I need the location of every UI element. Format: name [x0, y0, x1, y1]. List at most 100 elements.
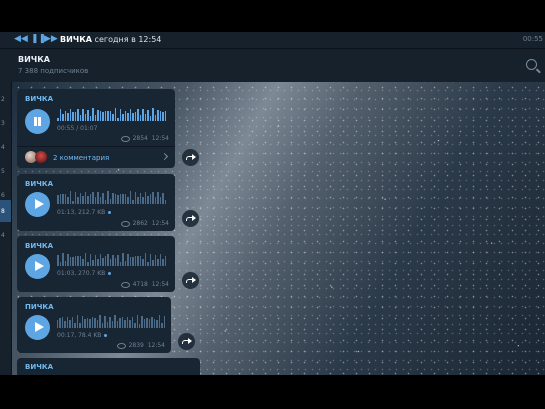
rewind-icon[interactable]: ◀◀ [14, 34, 28, 44]
waveform-bar [89, 253, 91, 266]
waveform-bar [122, 252, 124, 266]
audio-waveform[interactable] [57, 252, 167, 266]
views-icon [116, 342, 126, 349]
chat-badge[interactable]: 5 [1, 168, 5, 175]
comments-link[interactable]: 2 комментария [17, 146, 175, 168]
waveform-bar [112, 192, 114, 204]
audio-waveform[interactable] [57, 314, 166, 328]
views-icon [120, 281, 130, 288]
waveform-bar [144, 191, 146, 204]
chat-header[interactable]: ВИЧКА 7 388 подписчиков [0, 49, 545, 83]
waveform-bar [143, 319, 146, 328]
waveform-bar [89, 318, 91, 328]
waveform-bar [159, 196, 161, 204]
waveform-bar [137, 108, 139, 121]
chat-badge[interactable]: 3 [1, 120, 5, 127]
waveform-bar [82, 196, 84, 204]
duration-text: 00:55 / 01:07 [57, 125, 98, 132]
waveform-bar [102, 112, 104, 121]
share-icon[interactable] [182, 272, 199, 289]
waveform-bar [114, 194, 116, 204]
message-meta: 2854 12:54 [120, 135, 169, 142]
share-icon[interactable] [182, 210, 199, 227]
chat-badge[interactable]: 4 [1, 232, 5, 239]
waveform-bar [81, 316, 84, 328]
waveform-bar [82, 258, 84, 266]
waveform-bar [152, 107, 154, 121]
waveform-bar [61, 316, 64, 328]
waveform-bar [162, 193, 164, 204]
waveform-bar [97, 109, 99, 121]
waveform-bar [104, 315, 106, 328]
waveform-bar [162, 258, 164, 266]
waveform-bar [109, 198, 111, 204]
waveform-bar [109, 110, 111, 121]
unplayed-dot [104, 334, 108, 337]
waveform-bar [136, 314, 138, 328]
waveform-bar [117, 194, 119, 204]
waveform-bar [109, 258, 111, 266]
waveform-bar [111, 321, 114, 328]
waveform-bar [164, 255, 166, 266]
waveform-bar [131, 317, 134, 328]
waveform-bar [124, 261, 126, 266]
waveform-bar [59, 261, 61, 266]
waveform-bar [64, 260, 66, 266]
audio-duration: 00:55 / 01:07 [57, 125, 97, 132]
duration-text: 00:17, 78.4 KB [57, 332, 102, 339]
waveform-bar [69, 320, 71, 328]
waveform-bar [64, 320, 66, 328]
waveform-bar [149, 253, 151, 266]
waveform-bar [57, 255, 59, 266]
waveform-bar [129, 190, 131, 204]
now-playing-title[interactable]: ВИЧКА сегодня в 12:54 [60, 35, 161, 44]
waveform-bar [64, 110, 66, 121]
waveform-bar [144, 114, 146, 121]
waveform-bar [114, 107, 116, 121]
waveform-bar [138, 323, 141, 328]
waveform-bar [66, 316, 69, 328]
voice-message[interactable]: ПИЧКА 00:17, 78.4 KB 2839 12:54 [17, 297, 171, 353]
voice-message[interactable]: ВИЧКА 01:13, 212.7 KB 2862 12:54 [17, 174, 175, 231]
pause-button[interactable] [25, 109, 50, 134]
share-icon[interactable] [178, 333, 195, 350]
play-button[interactable] [25, 192, 50, 217]
search-icon[interactable] [526, 59, 537, 70]
forward-icon[interactable]: ▶▶ [44, 34, 58, 44]
waveform-bar [74, 323, 76, 328]
audio-duration: 00:17, 78.4 KB [57, 332, 108, 339]
waveform-bar [122, 193, 124, 204]
view-count: 2862 [132, 220, 148, 227]
chat-badge[interactable]: 6 [1, 192, 5, 199]
message-meta: 2862 12:54 [120, 220, 169, 227]
waveform-bar [72, 256, 74, 266]
waveform-bar [142, 258, 144, 266]
waveform-bar [86, 318, 89, 328]
avatar [35, 151, 47, 163]
share-icon[interactable] [182, 149, 199, 166]
waveform-bar [132, 200, 134, 204]
audio-waveform[interactable] [57, 190, 167, 204]
voice-message[interactable]: ВИЧКА 01:03, 270.7 KB 4718 12:54 [17, 236, 175, 292]
waveform-bar [87, 195, 89, 204]
audio-player-bar: ◀◀ ❚❚ ▶▶ ВИЧКА сегодня в 12:54 00:55 [0, 32, 545, 49]
waveform-bar [99, 110, 101, 121]
waveform-bar [127, 113, 129, 121]
waveform-bar [97, 258, 99, 266]
message-author: ВИЧКА [25, 363, 53, 371]
play-button[interactable] [25, 254, 50, 279]
waveform-bar [89, 194, 91, 204]
voice-message[interactable]: ВИЧКА [17, 358, 200, 375]
waveform-bar [134, 111, 136, 121]
play-button[interactable] [25, 315, 50, 340]
chat-badge[interactable]: 2 [1, 96, 5, 103]
voice-message[interactable]: ВИЧКА 00:55 / 01:07 2854 12:54 2 коммент… [17, 89, 175, 168]
chat-badge[interactable]: 8 [1, 208, 5, 215]
chat-badge[interactable]: 4 [1, 144, 5, 151]
waveform-bar [156, 320, 158, 328]
waveform-bar [101, 323, 104, 328]
waveform-bar [132, 112, 134, 121]
waveform-bar [157, 192, 159, 204]
letterbox-bottom [0, 375, 545, 409]
audio-waveform[interactable] [57, 107, 167, 121]
